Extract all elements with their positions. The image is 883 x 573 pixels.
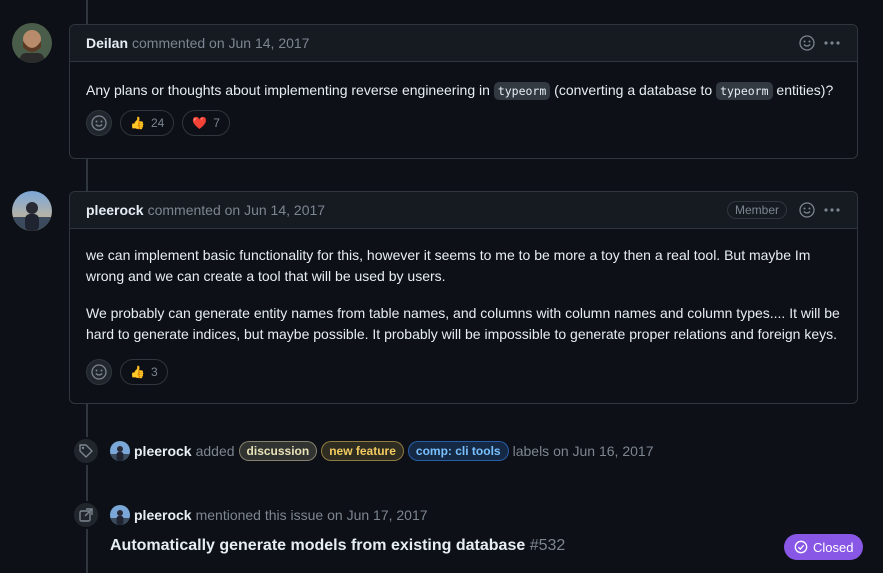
text-segment: entities)? (776, 82, 834, 98)
comment-pleerock: pleerock commented on Jun 14, 2017 Membe… (69, 191, 858, 404)
add-reaction-icon[interactable] (799, 35, 815, 51)
label-event: pleerock added discussion new feature co… (72, 437, 653, 465)
event-suffix: labels on Jun 16, 2017 (512, 443, 654, 459)
comment-timestamp[interactable]: commented on Jun 14, 2017 (148, 202, 325, 218)
reaction-thumbs-up[interactable]: 👍 24 (120, 110, 175, 136)
cross-reference-icon (72, 501, 100, 529)
add-reaction-icon[interactable] (799, 202, 815, 218)
referenced-issue-number[interactable]: #532 (530, 537, 566, 554)
tag-icon (72, 437, 100, 465)
status-label: Closed (813, 539, 854, 555)
event-author[interactable]: pleerock (134, 443, 192, 459)
comment-header: Deilan commented on Jun 14, 2017 (70, 25, 857, 62)
avatar-pleerock-small[interactable] (110, 441, 130, 461)
comment-paragraph-2: We probably can generate entity names fr… (86, 305, 840, 342)
member-badge: Member (726, 201, 787, 219)
inline-code: typeorm (716, 82, 773, 100)
comment-paragraph-1: we can implement basic functionality for… (86, 247, 811, 284)
add-reaction-button[interactable] (86, 359, 112, 385)
comment-header: pleerock commented on Jun 14, 2017 Membe… (70, 192, 857, 229)
comment-timestamp[interactable]: commented on Jun 14, 2017 (132, 35, 309, 51)
reaction-count: 7 (213, 116, 220, 130)
event-text: mentioned this issue on Jun 17, 2017 (195, 507, 428, 523)
referenced-issue-title[interactable]: Automatically generate models from exist… (110, 537, 525, 554)
event-author[interactable]: pleerock (134, 507, 192, 523)
referenced-issue-link[interactable]: Automatically generate models from exist… (110, 537, 565, 555)
inline-code: typeorm (493, 82, 551, 100)
heart-icon: ❤️ (192, 116, 208, 130)
avatar-pleerock[interactable] (12, 191, 52, 231)
comment-body: Any plans or thoughts about implementing… (70, 62, 857, 102)
closed-check-icon (794, 540, 808, 554)
reaction-count: 24 (150, 116, 165, 130)
comment-body: we can implement basic functionality for… (70, 229, 857, 345)
label-comp-cli-tools[interactable]: comp: cli tools (407, 441, 509, 461)
text-segment: Any plans or thoughts about implementing… (86, 82, 490, 98)
reaction-count: 3 (150, 365, 158, 379)
reactions-bar: 👍 24 ❤️ 7 (70, 102, 857, 151)
reaction-heart[interactable]: ❤️ 7 (182, 110, 230, 136)
thumbs-up-icon: 👍 (130, 365, 145, 379)
comment-author[interactable]: Deilan (86, 35, 128, 51)
event-action: added (195, 443, 235, 459)
avatar-pleerock-small[interactable] (110, 505, 130, 525)
reactions-bar: 👍 3 (70, 345, 857, 400)
reaction-thumbs-up[interactable]: 👍 3 (120, 359, 168, 385)
comment-paragraph: Any plans or thoughts about implementing… (86, 80, 841, 102)
thumbs-up-icon: 👍 (130, 116, 145, 130)
mention-event: pleerock mentioned this issue on Jun 17,… (72, 501, 428, 529)
comment-deilan: Deilan commented on Jun 14, 2017 Any pla… (69, 24, 858, 159)
text-segment: (converting a database to (554, 82, 713, 98)
more-options-icon[interactable] (823, 202, 841, 218)
comment-author[interactable]: pleerock (86, 202, 144, 218)
label-new-feature[interactable]: new feature (321, 441, 404, 461)
closed-status-badge: Closed (784, 534, 864, 560)
add-reaction-button[interactable] (86, 110, 112, 136)
avatar-deilan[interactable] (12, 23, 52, 63)
label-discussion[interactable]: discussion (238, 441, 318, 461)
more-options-icon[interactable] (823, 35, 841, 51)
